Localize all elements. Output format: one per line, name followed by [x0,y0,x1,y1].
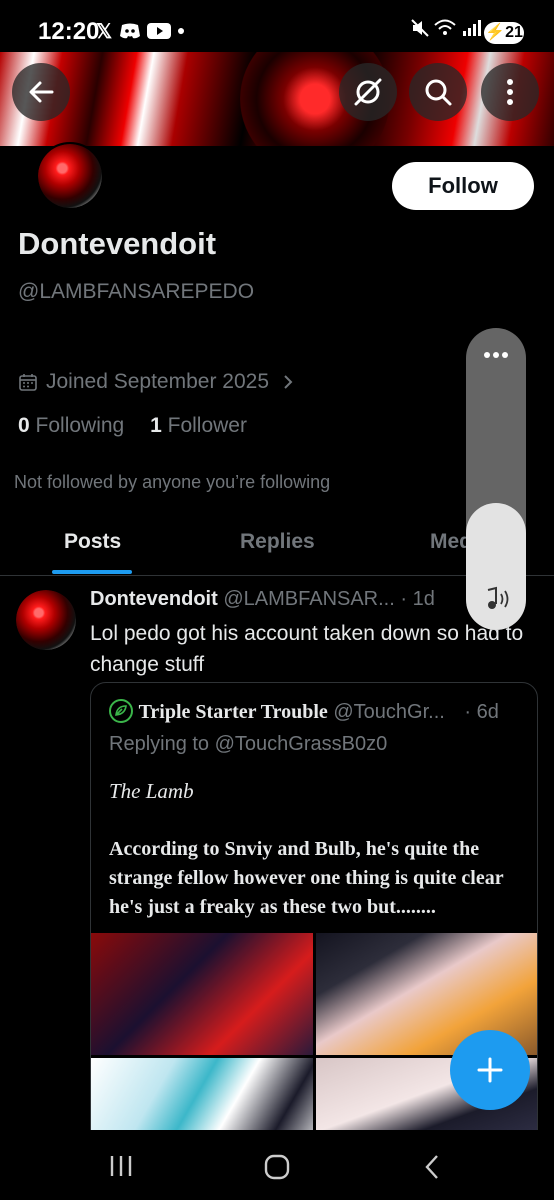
post-avatar[interactable] [16,590,76,650]
profile-handle: @LAMBFANSAREPEDO [18,280,255,303]
quote-handle: @TouchGr... [333,701,445,723]
following-link[interactable]: 0 Following [18,414,124,437]
leaf-icon [109,699,133,723]
follow-counts: 0 Following 1 Follower [18,414,247,438]
display-name: Dontevendoit [18,226,217,261]
following-label: Following [35,414,125,437]
dot-icon: ● [176,22,186,38]
followers-link[interactable]: 1 Follower [150,414,247,437]
grok-button[interactable] [339,63,397,121]
recents-icon[interactable] [108,1154,134,1178]
signal-icon [462,20,481,36]
active-tab-indicator [52,570,132,574]
post-author[interactable]: Dontevendoit [90,588,218,610]
back-icon[interactable] [422,1154,442,1180]
more-button[interactable] [481,63,539,121]
joined-label: Joined September 2025 [46,370,269,393]
profile-avatar[interactable] [36,142,104,210]
battery-badge: ⚡21 [484,22,524,44]
post-handle[interactable]: @LAMBFANSAR... [223,588,394,610]
more-horizontal-icon[interactable] [482,350,510,360]
post-header: Dontevendoit @LAMBFANSAR... · 1d [90,588,435,611]
following-count: 0 [18,414,30,437]
more-vertical-icon [507,79,513,105]
plus-icon [477,1057,503,1083]
joined-date[interactable]: Joined September 2025 [18,370,295,394]
status-left-icons: 𝕏 ● [96,19,185,44]
search-button[interactable] [409,63,467,121]
followers-label: Follower [167,414,247,437]
status-time: 12:20 [38,18,100,45]
x-logo-icon: 𝕏 [96,21,113,43]
status-bar: 12:20 𝕏 ● ⚡21 [0,0,554,52]
quote-author: Triple Starter Trouble [138,701,328,723]
mute-icon [411,19,429,37]
grok-icon [354,78,382,106]
volume-panel[interactable] [466,328,526,630]
quote-body: According to Snviy and Bulb, he's quite … [109,838,504,918]
discord-icon [119,23,140,39]
compose-button[interactable] [450,1030,530,1110]
youtube-icon [147,23,172,39]
post-text: Lol pedo got his account taken down so h… [90,622,524,676]
tab-replies[interactable]: Replies [240,530,315,554]
quote-replying-to: Replying to @TouchGrassB0z0 [109,733,388,755]
follow-button[interactable]: Follow [392,162,534,210]
arrow-left-icon [29,81,54,103]
calendar-icon [19,374,37,391]
quote-title: The Lamb [109,779,194,803]
followers-count: 1 [150,414,162,437]
quote-age: · 6d [464,701,499,723]
wifi-icon [434,19,457,35]
profile-banner[interactable] [0,52,554,146]
chevron-right-icon [284,375,293,389]
post-age: · 1d [400,588,435,610]
tab-posts[interactable]: Posts [64,530,121,554]
media-image-1[interactable] [91,933,313,1055]
system-nav-bar [0,1130,554,1200]
avatar-image [38,144,102,208]
quote-header: Triple Starter Trouble @TouchGr... · 6d [109,699,499,724]
home-icon[interactable] [264,1154,290,1180]
not-followed-note: Not followed by anyone you’re following [14,472,331,492]
music-note-icon [487,586,509,609]
post-avatar-image [16,590,76,650]
search-icon [425,79,452,106]
status-right-icons [410,18,483,43]
back-button[interactable] [12,63,70,121]
